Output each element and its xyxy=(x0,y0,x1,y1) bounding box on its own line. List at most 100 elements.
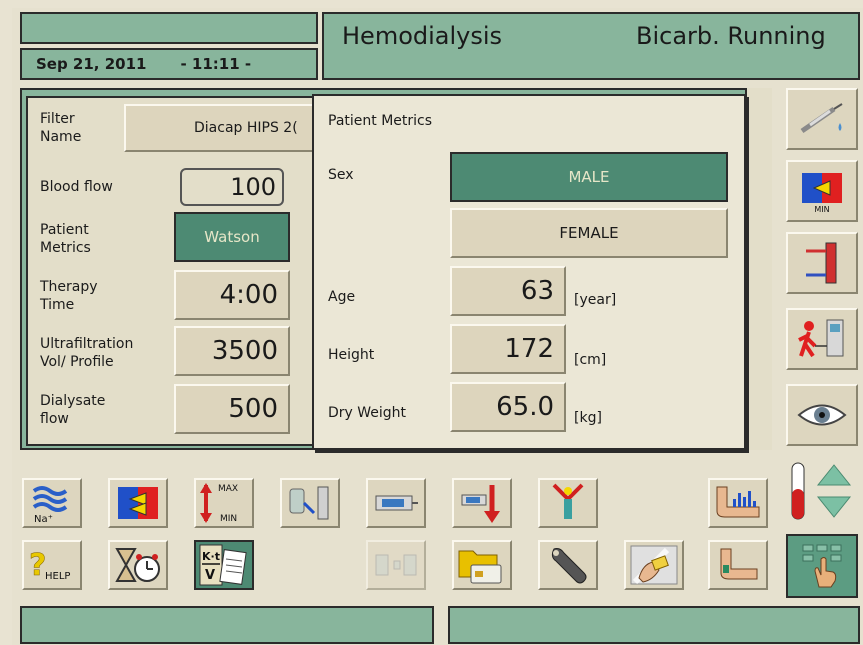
male-label: MALE xyxy=(568,168,610,186)
therapy-time-label: Therapy Time xyxy=(40,279,98,313)
age-label: Age xyxy=(328,289,356,305)
patient-card-button[interactable] xyxy=(452,540,512,590)
level-adjust-control[interactable] xyxy=(788,458,860,524)
ultrafiltration-label: Ultrafiltration Vol/ Profile xyxy=(40,336,134,370)
header-blank-bar xyxy=(20,12,318,44)
sex-label: Sex xyxy=(328,167,354,183)
arm-chart-icon xyxy=(716,486,760,518)
pump-icon xyxy=(375,495,418,511)
svg-text:MAX: MAX xyxy=(218,484,238,494)
heparin-syringe-button[interactable] xyxy=(786,88,858,150)
age-field[interactable]: 63 xyxy=(450,266,566,316)
blood-flow-label: Blood flow xyxy=(40,179,113,195)
ktv-clipboard-icon: K·t V xyxy=(199,544,247,586)
height-unit: [cm] xyxy=(574,352,607,368)
dry-weight-field[interactable]: 65.0 xyxy=(450,382,566,432)
filter-change-button[interactable] xyxy=(786,232,858,294)
timer-button[interactable] xyxy=(108,540,168,590)
folder-card-icon xyxy=(458,550,502,584)
svg-text:HELP: HELP xyxy=(45,571,70,582)
syringe-pump-button[interactable] xyxy=(366,478,426,528)
ktv-button[interactable]: K·t V xyxy=(194,540,254,590)
bolus-syringe-icon xyxy=(461,485,500,523)
blood-flow-field[interactable]: 100 xyxy=(180,168,284,206)
status-bar-left xyxy=(20,606,434,644)
status-text: Bicarb. Running xyxy=(636,22,826,50)
dialysate-flow-value: 500 xyxy=(228,394,278,424)
dialog-title: Patient Metrics xyxy=(328,113,433,129)
svg-text:V: V xyxy=(205,568,215,583)
uf-max-min-button[interactable]: MAX MIN xyxy=(194,478,254,528)
dry-weight-unit: [kg] xyxy=(574,410,602,426)
age-unit: [year] xyxy=(574,292,617,308)
age-value: 63 xyxy=(520,276,554,306)
faded-tubes-icon xyxy=(375,554,417,576)
sodium-profile-button[interactable]: Na⁺ xyxy=(22,478,82,528)
trend-chart-button[interactable] xyxy=(708,478,768,528)
female-label: FEMALE xyxy=(559,224,619,242)
svg-text:MIN: MIN xyxy=(814,205,829,213)
female-button[interactable]: FEMALE xyxy=(450,208,728,258)
status-bar-right xyxy=(448,606,860,644)
arm-icon xyxy=(720,548,758,580)
up-down-arrows-icon xyxy=(816,464,852,518)
max-min-icon: MAX MIN xyxy=(200,483,238,524)
filter-name-value: Diacap HIPS 2( xyxy=(194,120,298,136)
machine-screen: Sep 21, 2011 - 11:11 - Hemodialysis Bica… xyxy=(12,8,863,645)
cleaning-hand-icon xyxy=(630,545,678,585)
sodium-waves-icon: Na⁺ xyxy=(32,486,68,525)
height-value: 172 xyxy=(504,334,554,364)
filter-name-field[interactable]: Diacap HIPS 2( xyxy=(124,104,314,152)
svg-text:Na⁺: Na⁺ xyxy=(34,514,53,525)
date-text: Sep 21, 2011 xyxy=(36,55,147,73)
eye-icon xyxy=(797,404,847,426)
bypass-button[interactable] xyxy=(108,478,168,528)
height-field[interactable]: 172 xyxy=(450,324,566,374)
help-icon: ? HELP xyxy=(29,548,71,584)
touch-lock-button[interactable] xyxy=(786,534,858,598)
svg-text:MIN: MIN xyxy=(220,514,237,524)
mode-title: Hemodialysis xyxy=(342,22,503,50)
blood-flow-value: 100 xyxy=(230,173,276,201)
svg-text:?: ? xyxy=(29,548,46,583)
bypass-icon xyxy=(118,487,158,519)
dry-weight-value: 65.0 xyxy=(496,392,554,422)
cleaning-button[interactable] xyxy=(624,540,684,590)
bolus-button[interactable] xyxy=(452,478,512,528)
mode-bar: Hemodialysis Bicarb. Running xyxy=(322,12,860,80)
y-connector-icon xyxy=(552,483,584,519)
date-time-bar: Sep 21, 2011 - 11:11 - xyxy=(20,48,318,80)
dialysate-flow-field[interactable]: 500 xyxy=(174,384,290,434)
height-label: Height xyxy=(328,347,375,363)
ultrafiltration-field[interactable]: 3500 xyxy=(174,326,290,376)
dialyzer-icon xyxy=(806,242,837,284)
hand-keypad-icon xyxy=(802,544,842,588)
level-tube-icon xyxy=(791,462,805,520)
panel-right-strip xyxy=(745,88,772,450)
wrench-icon xyxy=(551,548,587,584)
filter-prime-icon xyxy=(289,486,329,520)
help-button[interactable]: ? HELP xyxy=(22,540,82,590)
male-button[interactable]: MALE xyxy=(450,152,728,202)
therapy-time-value: 4:00 xyxy=(219,280,278,310)
dry-weight-label: Dry Weight xyxy=(328,405,407,421)
arm-position-button[interactable] xyxy=(708,540,768,590)
min-ultrafiltration-button[interactable]: MIN xyxy=(786,160,858,222)
view-button[interactable] xyxy=(786,384,858,446)
ultrafiltration-value: 3500 xyxy=(211,336,278,366)
patient-metrics-label: Patient Metrics xyxy=(40,222,91,256)
patient-exit-icon xyxy=(798,319,844,358)
therapy-time-field[interactable]: 4:00 xyxy=(174,270,290,320)
filter-name-label: Filter Name xyxy=(40,111,82,145)
patient-disconnect-button[interactable] xyxy=(786,308,858,370)
svg-text:K·t: K·t xyxy=(202,550,220,563)
syringe-icon xyxy=(800,103,843,134)
blood-lines-button[interactable] xyxy=(538,478,598,528)
filter-prime-button[interactable] xyxy=(280,478,340,528)
hourglass-clock-icon xyxy=(115,548,160,582)
service-button[interactable] xyxy=(538,540,598,590)
dialysate-flow-label: Dialysate flow xyxy=(40,393,106,427)
min-uf-icon: MIN xyxy=(802,173,842,213)
patient-metrics-value: Watson xyxy=(204,228,260,246)
patient-metrics-button[interactable]: Watson xyxy=(174,212,290,262)
